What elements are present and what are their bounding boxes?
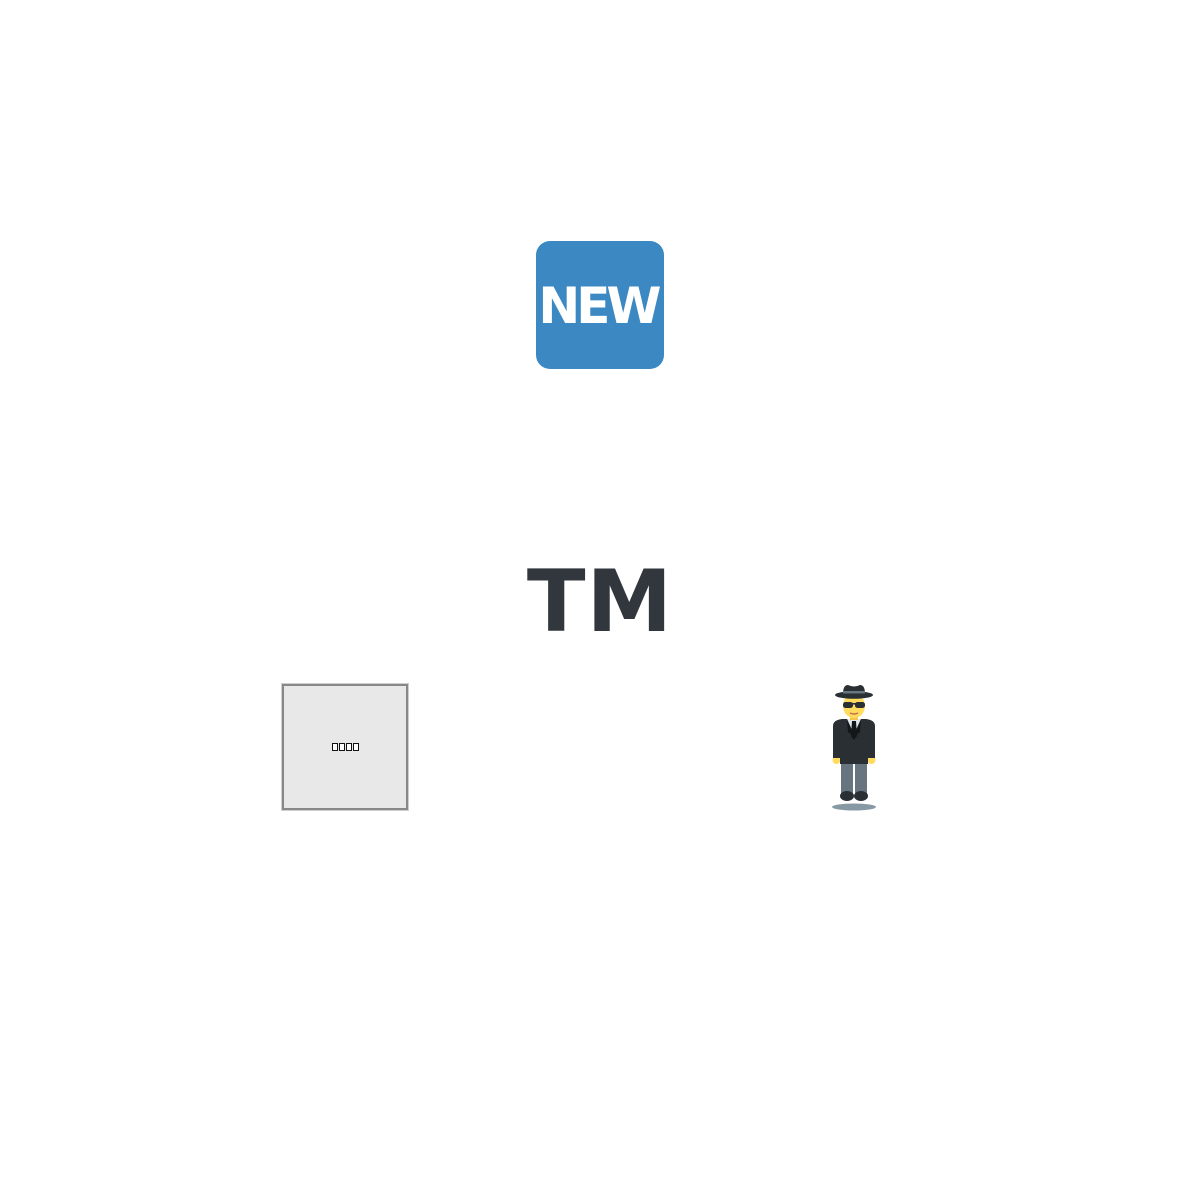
new-button-icon: NEW — [536, 241, 664, 369]
trade-mark-icon: TM — [527, 559, 672, 645]
hex-cell — [352, 743, 359, 751]
hex-code-placeholder — [331, 743, 359, 751]
trade-mark-label: TM — [526, 552, 674, 652]
hex-cell — [338, 743, 345, 751]
hex-cell — [331, 743, 338, 751]
missing-glyph-icon — [282, 684, 408, 810]
hex-cell — [345, 743, 352, 751]
man-in-business-suit-levitating-icon — [832, 685, 876, 811]
new-label: NEW — [538, 277, 661, 335]
